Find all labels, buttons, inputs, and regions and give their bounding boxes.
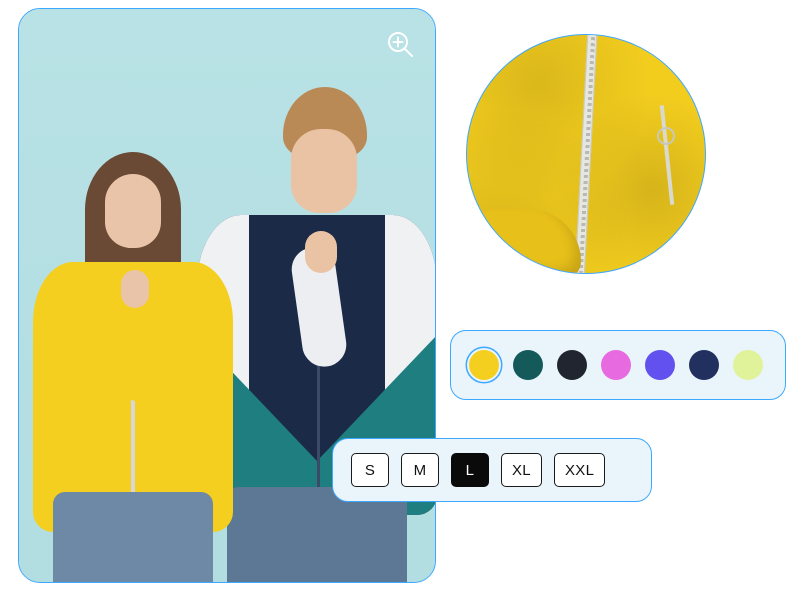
model-left: [33, 152, 233, 582]
color-swatch-violet[interactable]: [645, 350, 675, 380]
product-detail-zoom: [466, 34, 706, 274]
size-picker-panel: S M L XL XXL: [332, 438, 652, 502]
color-swatch-charcoal[interactable]: [557, 350, 587, 380]
color-swatch-yellow[interactable]: [469, 350, 499, 380]
color-picker-panel: [450, 330, 786, 400]
size-option-l[interactable]: L: [451, 453, 489, 487]
color-swatch-navy[interactable]: [689, 350, 719, 380]
size-option-m[interactable]: M: [401, 453, 439, 487]
size-label: XXL: [565, 462, 594, 479]
size-label: M: [414, 462, 427, 479]
size-label: L: [466, 462, 475, 479]
size-option-xl[interactable]: XL: [501, 453, 542, 487]
color-swatch-pink[interactable]: [601, 350, 631, 380]
color-swatch-lime[interactable]: [733, 350, 763, 380]
pocket-ring-pull: [657, 127, 675, 145]
size-option-xxl[interactable]: XXL: [554, 453, 605, 487]
zoom-in-button[interactable]: [383, 27, 417, 61]
size-label: S: [365, 462, 375, 479]
size-option-s[interactable]: S: [351, 453, 389, 487]
color-swatch-teal[interactable]: [513, 350, 543, 380]
size-label: XL: [512, 462, 531, 479]
zoom-in-icon: [385, 29, 415, 59]
